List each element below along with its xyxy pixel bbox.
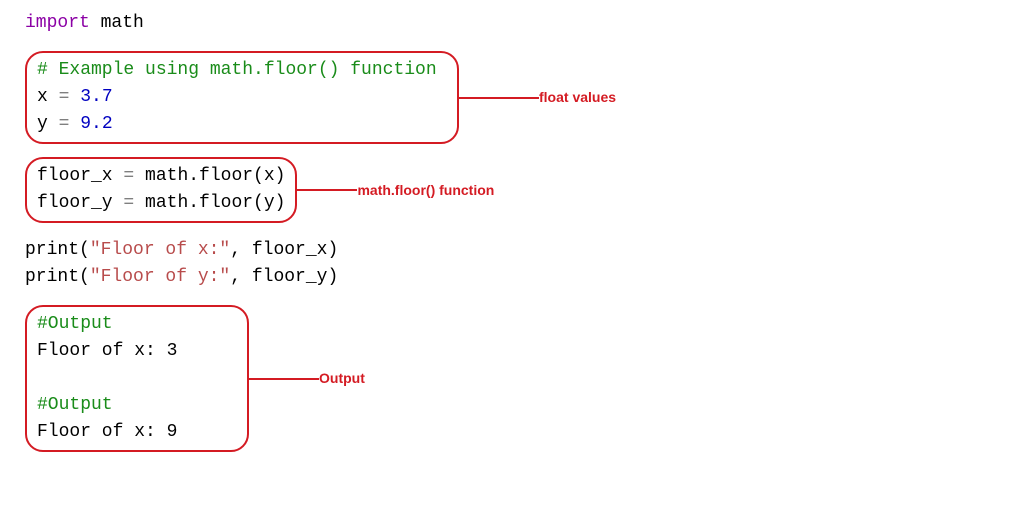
x-var: x: [37, 87, 59, 107]
print-line-2: print("Floor of y:", floor_y): [25, 264, 994, 291]
float-values-box: # Example using math.floor() function x …: [25, 51, 459, 144]
y-var: y: [37, 114, 59, 134]
floor-x-var: floor_x: [37, 166, 123, 186]
floor-function-row: floor_x = math.floor(x) floor_y = math.f…: [25, 152, 994, 228]
print-line-1: print("Floor of x:", floor_x): [25, 237, 994, 264]
output-row: #Output Floor of x: 3 #Output Floor of x…: [25, 300, 994, 457]
float-values-row: # Example using math.floor() function x …: [25, 46, 994, 149]
connector-line: [459, 97, 539, 99]
y-value: 9.2: [80, 114, 112, 134]
assign-op: =: [59, 87, 70, 107]
import-line: import math: [25, 10, 994, 37]
assign-op: =: [59, 114, 70, 134]
print-str-1: "Floor of x:": [90, 240, 230, 260]
floor-function-label: math.floor() function: [357, 180, 494, 201]
floor-x-expr: math.floor(x): [134, 166, 285, 186]
output-comment-2: #Output: [37, 395, 113, 415]
output-comment-1: #Output: [37, 314, 113, 334]
connector-line: [249, 378, 319, 380]
assign-op: =: [123, 193, 134, 213]
output-result-2: Floor of x: 9: [37, 419, 237, 446]
import-keyword: import: [25, 13, 90, 33]
print-str-2: "Floor of y:": [90, 267, 230, 287]
floor-y-expr: math.floor(y): [134, 193, 285, 213]
float-values-label: float values: [539, 87, 616, 108]
block1-comment: # Example using math.floor() function: [37, 60, 437, 80]
floor-function-box: floor_x = math.floor(x) floor_y = math.f…: [25, 157, 297, 223]
assign-op: =: [123, 166, 134, 186]
output-result-1: Floor of x: 3: [37, 338, 237, 365]
import-module: math: [90, 13, 144, 33]
connector-line: [297, 189, 357, 191]
output-box: #Output Floor of x: 3 #Output Floor of x…: [25, 305, 249, 452]
floor-y-var: floor_y: [37, 193, 123, 213]
x-value: 3.7: [80, 87, 112, 107]
output-label: Output: [319, 368, 365, 389]
